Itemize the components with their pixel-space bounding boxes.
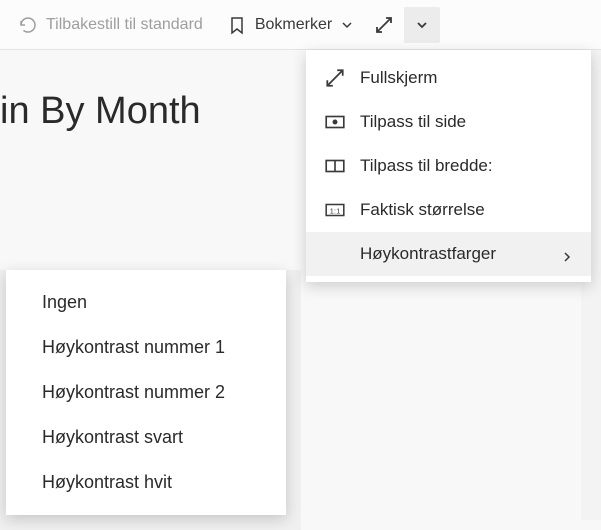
bookmark-icon bbox=[227, 15, 247, 35]
svg-text:1:1: 1:1 bbox=[330, 206, 341, 215]
chevron-down-icon bbox=[340, 18, 354, 32]
menu-fit-width[interactable]: Tilpass til bredde: bbox=[306, 144, 591, 188]
actual-size-icon: 1:1 bbox=[324, 199, 346, 221]
chevron-right-icon bbox=[561, 248, 573, 260]
more-menu-button[interactable] bbox=[404, 7, 440, 43]
fullscreen-toolbar-button[interactable] bbox=[368, 9, 400, 41]
submenu-none[interactable]: Ingen bbox=[6, 280, 286, 325]
reset-label: Tilbakestill til standard bbox=[46, 16, 203, 34]
submenu-hc-white[interactable]: Høykontrast hvit bbox=[6, 460, 286, 505]
menu-label: Tilpass til side bbox=[360, 112, 466, 132]
chevron-down-icon bbox=[415, 18, 429, 32]
reset-button[interactable]: Tilbakestill til standard bbox=[8, 9, 213, 41]
bookmarks-button[interactable]: Bokmerker bbox=[217, 9, 364, 41]
menu-high-contrast[interactable]: Høykontrastfarger bbox=[306, 232, 591, 276]
bookmarks-label: Bokmerker bbox=[255, 16, 332, 34]
menu-label: Tilpass til bredde: bbox=[360, 156, 493, 176]
menu-label: Fullskjerm bbox=[360, 68, 437, 88]
menu-label: Faktisk størrelse bbox=[360, 200, 485, 220]
fit-width-icon bbox=[324, 155, 346, 177]
fullscreen-icon bbox=[324, 67, 346, 89]
toolbar: Tilbakestill til standard Bokmerker bbox=[0, 0, 601, 50]
submenu-hc-black[interactable]: Høykontrast svart bbox=[6, 415, 286, 460]
submenu-hc1[interactable]: Høykontrast nummer 1 bbox=[6, 325, 286, 370]
fullscreen-icon bbox=[374, 15, 394, 35]
blank-icon bbox=[324, 243, 346, 265]
menu-actual-size[interactable]: 1:1 Faktisk størrelse bbox=[306, 188, 591, 232]
fit-page-icon bbox=[324, 111, 346, 133]
high-contrast-submenu: Ingen Høykontrast nummer 1 Høykontrast n… bbox=[6, 270, 286, 515]
undo-icon bbox=[18, 15, 38, 35]
menu-label: Høykontrastfarger bbox=[360, 244, 496, 264]
menu-fit-page[interactable]: Tilpass til side bbox=[306, 100, 591, 144]
submenu-hc2[interactable]: Høykontrast nummer 2 bbox=[6, 370, 286, 415]
view-menu: Fullskjerm Tilpass til side Tilpass til … bbox=[306, 50, 591, 282]
menu-fullscreen[interactable]: Fullskjerm bbox=[306, 56, 591, 100]
